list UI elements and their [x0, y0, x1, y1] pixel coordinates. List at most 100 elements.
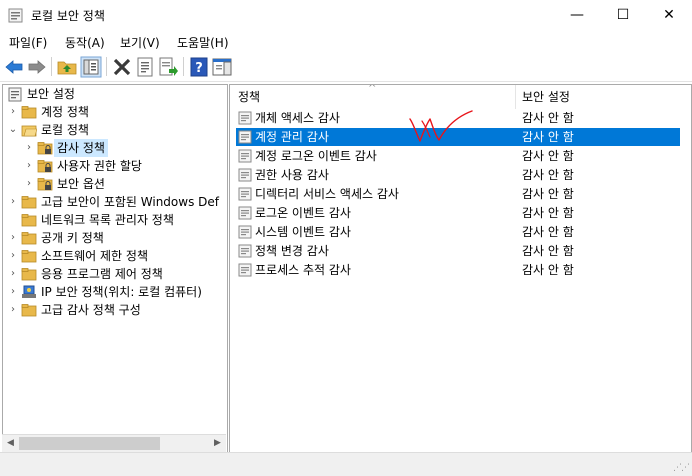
ip-security-icon: [22, 285, 36, 298]
folder-lock-icon: [37, 142, 53, 155]
security-settings-icon: [8, 87, 22, 102]
chevron-right-icon[interactable]: ›: [23, 139, 35, 157]
help-icon[interactable]: ?: [188, 56, 210, 78]
folder-lock-icon: [37, 160, 53, 173]
tree-horizontal-scrollbar[interactable]: ◀ ▶: [2, 434, 226, 452]
policy-name: 프로세스 추적 감사: [255, 263, 351, 277]
policy-setting-value: 감사 안 함: [522, 263, 574, 277]
policy-row[interactable]: 프로세스 추적 감사 감사 안 함: [236, 261, 680, 279]
chevron-right-icon[interactable]: [7, 211, 19, 229]
show-action-pane-icon[interactable]: [211, 56, 233, 78]
policy-setting-icon: [238, 149, 252, 163]
tree-item-label: IP 보안 정책(위치: 로컬 컴퓨터): [41, 285, 202, 299]
chevron-right-icon[interactable]: ›: [7, 103, 19, 121]
chevron-right-icon[interactable]: ›: [7, 247, 19, 265]
sort-ascending-icon: ^: [368, 84, 377, 94]
tree-item-label: 고급 감사 정책 구성: [41, 303, 141, 317]
policy-name: 개체 액세스 감사: [255, 111, 340, 125]
toolbar-separator: [106, 57, 107, 76]
toolbar-separator: [183, 57, 184, 76]
policy-list-pane[interactable]: 정책 ^ 보안 설정 개체 액세스 감사 감사 안 함 계정 관리 감사 감사 안 함…: [229, 84, 692, 453]
policy-setting-icon: [238, 111, 252, 125]
policy-setting-value: 감사 안 함: [522, 130, 574, 144]
close-button[interactable]: ✕: [646, 0, 692, 31]
tree-item-label: 로컬 정책: [41, 123, 89, 137]
back-icon[interactable]: [3, 56, 25, 78]
column-header-policy[interactable]: 정책: [238, 85, 260, 109]
policy-row[interactable]: 디렉터리 서비스 액세스 감사 감사 안 함: [236, 185, 680, 203]
forward-icon[interactable]: [26, 56, 48, 78]
folder-lock-icon: [37, 178, 53, 191]
delete-icon[interactable]: [111, 56, 133, 78]
tree-item-label: 계정 정책: [41, 105, 89, 119]
policy-row[interactable]: 로그온 이벤트 감사 감사 안 함: [236, 204, 680, 222]
tree-item-label: 응용 프로그램 제어 정책: [41, 267, 163, 281]
policy-setting-value: 감사 안 함: [522, 187, 574, 201]
security-policy-app-icon: [8, 8, 23, 23]
folder-icon: [21, 268, 37, 281]
menu-view[interactable]: 보기(V): [120, 34, 160, 51]
policy-setting-icon: [238, 168, 252, 182]
title-bar: 로컬 보안 정책 — ☐ ✕: [0, 0, 692, 31]
policy-setting-icon: [238, 206, 252, 220]
policy-setting-icon: [238, 263, 252, 277]
column-separator[interactable]: [515, 85, 516, 109]
window-title: 로컬 보안 정책: [31, 9, 105, 23]
menu-bar: 파일(F) 동작(A) 보기(V) 도움말(H): [0, 31, 692, 52]
policy-name: 디렉터리 서비스 액세스 감사: [255, 187, 399, 201]
menu-action[interactable]: 동작(A): [65, 34, 105, 51]
scroll-left-icon[interactable]: ◀: [2, 435, 19, 452]
policy-name: 계정 관리 감사: [255, 130, 329, 144]
folder-open-icon: [21, 125, 37, 137]
folder-icon: [21, 250, 37, 263]
scroll-thumb[interactable]: [19, 437, 160, 450]
properties-icon[interactable]: [134, 56, 156, 78]
menu-help[interactable]: 도움말(H): [177, 34, 229, 51]
policy-setting-value: 감사 안 함: [522, 225, 574, 239]
folder-icon: [21, 214, 37, 227]
chevron-right-icon[interactable]: ›: [7, 193, 19, 211]
scroll-right-icon[interactable]: ▶: [209, 435, 226, 452]
folder-icon: [21, 232, 37, 245]
column-header-security-setting[interactable]: 보안 설정: [522, 85, 570, 109]
policy-row[interactable]: 시스템 이벤트 감사 감사 안 함: [236, 223, 680, 241]
chevron-right-icon[interactable]: ›: [7, 265, 19, 283]
policy-name: 권한 사용 감사: [255, 168, 329, 182]
menu-file[interactable]: 파일(F): [9, 34, 47, 51]
chevron-right-icon[interactable]: ›: [7, 283, 19, 301]
chevron-right-icon[interactable]: ›: [7, 229, 19, 247]
policy-setting-icon: [238, 244, 252, 258]
folder-icon: [21, 196, 37, 209]
policy-row[interactable]: 정책 변경 감사 감사 안 함: [236, 242, 680, 260]
chevron-right-icon[interactable]: ›: [23, 175, 35, 193]
chevron-right-icon[interactable]: ›: [23, 157, 35, 175]
export-list-icon[interactable]: [157, 56, 179, 78]
tree-pane[interactable]: 보안 설정 › 계정 정책 ⌄ 로컬 정책 › 감사 정책 › 사용자 권한 할당 › 보안 옵션…: [2, 84, 228, 453]
policy-row[interactable]: 권한 사용 감사 감사 안 함: [236, 166, 680, 184]
up-folder-icon[interactable]: [56, 56, 78, 78]
toolbar: ?: [0, 52, 692, 82]
folder-icon: [21, 106, 37, 119]
policy-name: 로그온 이벤트 감사: [255, 206, 351, 220]
chevron-right-icon[interactable]: ›: [7, 301, 19, 319]
policy-setting-value: 감사 안 함: [522, 168, 574, 182]
policy-setting-icon: [238, 130, 252, 144]
policy-setting-value: 감사 안 함: [522, 111, 574, 125]
policy-setting-icon: [238, 187, 252, 201]
resize-grip-icon[interactable]: ⋰⋰: [673, 463, 690, 473]
tree-item-label: 네트워크 목록 관리자 정책: [41, 213, 174, 227]
tree-item-label: 소프트웨어 제한 정책: [41, 249, 148, 263]
minimize-button[interactable]: —: [554, 0, 600, 31]
show-hide-tree-icon[interactable]: [80, 56, 102, 78]
tree-item-label: 사용자 권한 할당: [57, 159, 142, 173]
policy-row[interactable]: 계정 로그온 이벤트 감사 감사 안 함: [236, 147, 680, 165]
policy-setting-icon: [238, 225, 252, 239]
tree-item-label: 고급 보안이 포함된 Windows Def: [41, 195, 219, 209]
folder-icon: [21, 304, 37, 317]
maximize-button[interactable]: ☐: [600, 0, 646, 31]
policy-setting-value: 감사 안 함: [522, 149, 574, 163]
chevron-down-icon[interactable]: ⌄: [7, 121, 19, 139]
handwritten-annotation-mark: [409, 110, 473, 142]
policy-name: 시스템 이벤트 감사: [255, 225, 351, 239]
tree-root-label: 보안 설정: [27, 87, 75, 101]
